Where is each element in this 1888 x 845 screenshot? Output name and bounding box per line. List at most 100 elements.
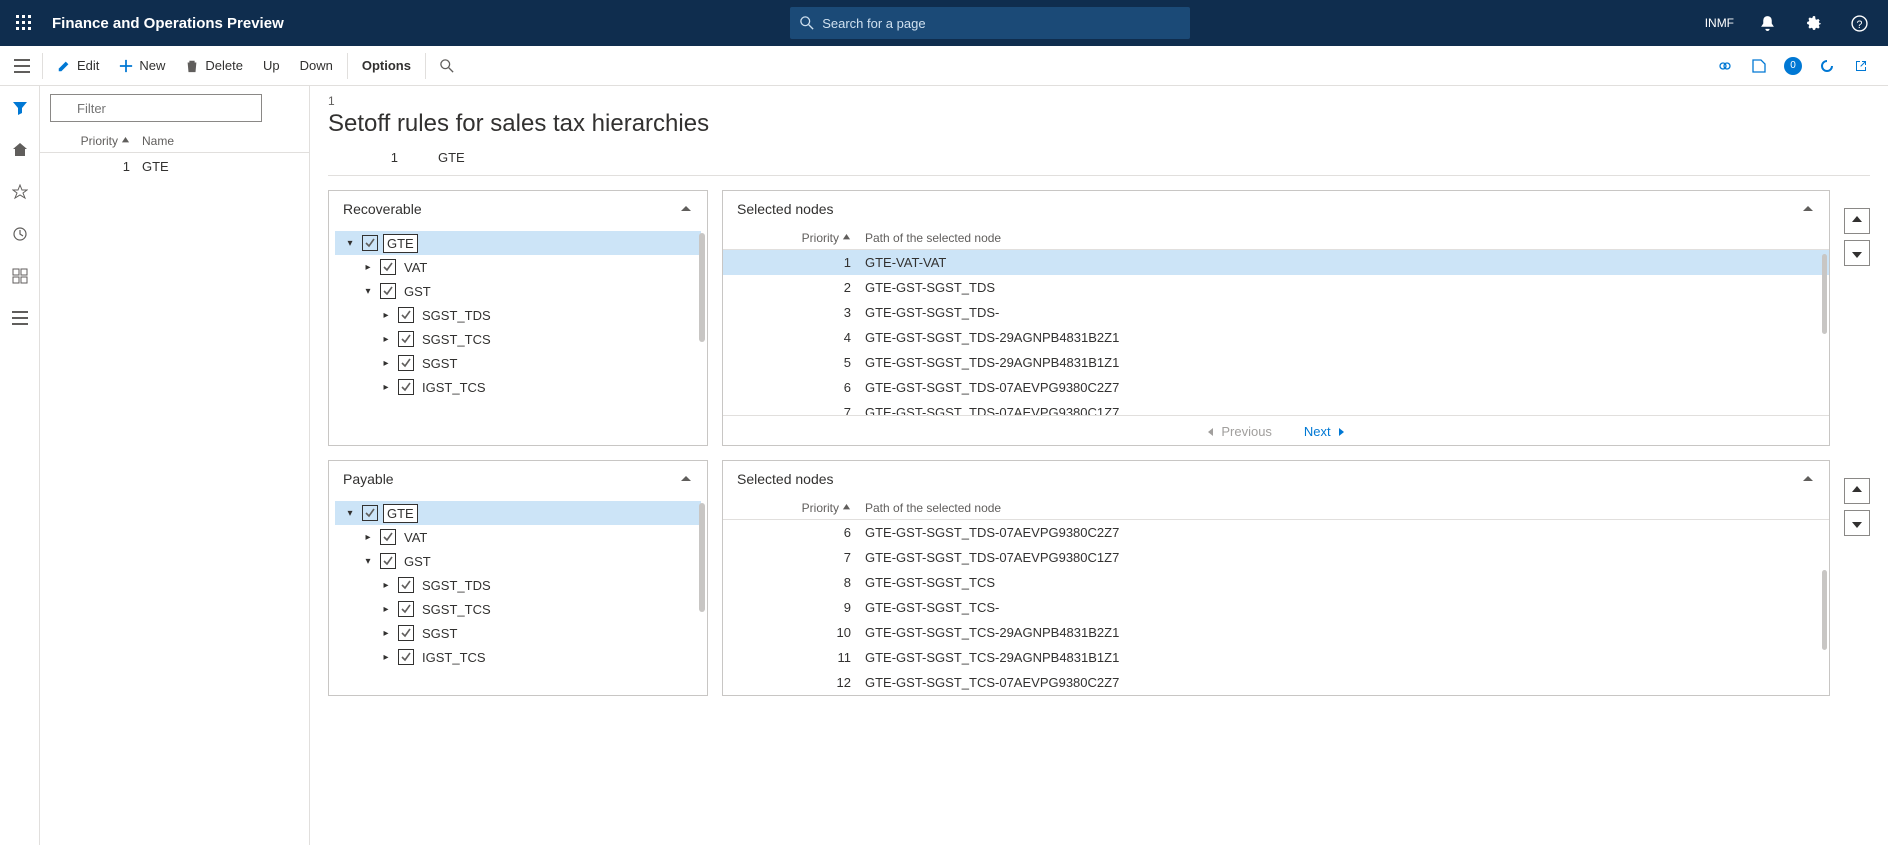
collapse-selected-nodes-top[interactable] bbox=[1801, 202, 1815, 216]
checkbox[interactable] bbox=[380, 283, 396, 299]
tree-scrollbar[interactable] bbox=[699, 503, 705, 612]
tree-toggle[interactable]: ▸ bbox=[379, 628, 393, 639]
tree-toggle[interactable]: ▸ bbox=[361, 532, 375, 543]
tree-scrollbar[interactable] bbox=[699, 233, 705, 342]
down-button[interactable]: Down bbox=[290, 50, 343, 82]
grid-row[interactable]: 12GTE-GST-SGST_TCS-07AEVPG9380C2Z7 bbox=[723, 670, 1829, 695]
checkbox[interactable] bbox=[362, 235, 378, 251]
tree-node[interactable]: ▸SGST_TCS bbox=[335, 327, 701, 351]
grid-col-path[interactable]: Path of the selected node bbox=[851, 231, 1821, 245]
edit-button[interactable]: Edit bbox=[47, 50, 109, 82]
grid-row[interactable]: 7GTE-GST-SGST_TDS-07AEVPG9380C1Z7 bbox=[723, 545, 1829, 570]
notifications-icon[interactable] bbox=[1746, 0, 1788, 46]
checkbox[interactable] bbox=[398, 577, 414, 593]
grid-row[interactable]: 8GTE-GST-SGST_TCS bbox=[723, 570, 1829, 595]
tree-toggle[interactable]: ▸ bbox=[361, 262, 375, 273]
rail-home-icon[interactable] bbox=[6, 136, 34, 164]
rail-workspaces-icon[interactable] bbox=[6, 262, 34, 290]
tree-node[interactable]: ▸IGST_TCS bbox=[335, 645, 701, 669]
grid-row[interactable]: 6GTE-GST-SGST_TDS-07AEVPG9380C2Z7 bbox=[723, 375, 1829, 400]
move-down-button[interactable] bbox=[1844, 510, 1870, 536]
rail-filter-icon[interactable] bbox=[6, 94, 34, 122]
tree-node[interactable]: ▸SGST_TDS bbox=[335, 573, 701, 597]
grid-row[interactable]: 5GTE-GST-SGST_TDS-29AGNPB4831B1Z1 bbox=[723, 350, 1829, 375]
tree-toggle[interactable]: ▾ bbox=[343, 238, 357, 249]
collapse-selected-nodes-bottom[interactable] bbox=[1801, 472, 1815, 486]
delete-button[interactable]: Delete bbox=[175, 50, 253, 82]
tree-toggle[interactable]: ▾ bbox=[361, 286, 375, 297]
tree-node[interactable]: ▸SGST bbox=[335, 621, 701, 645]
checkbox[interactable] bbox=[398, 307, 414, 323]
settings-icon[interactable] bbox=[1792, 0, 1834, 46]
grid-row[interactable]: 3GTE-GST-SGST_TDS- bbox=[723, 300, 1829, 325]
grid-row[interactable]: 10GTE-GST-SGST_TCS-29AGNPB4831B2Z1 bbox=[723, 620, 1829, 645]
checkbox[interactable] bbox=[398, 355, 414, 371]
collapse-payable[interactable] bbox=[679, 472, 693, 486]
grid-row[interactable]: 4GTE-GST-SGST_TDS-29AGNPB4831B2Z1 bbox=[723, 325, 1829, 350]
tree-node[interactable]: ▸SGST bbox=[335, 351, 701, 375]
tree-toggle[interactable]: ▸ bbox=[379, 310, 393, 321]
next-page[interactable]: Next bbox=[1304, 424, 1346, 439]
grid-row[interactable]: 7GTE-GST-SGST_TDS-07AEVPG9380C1Z7 bbox=[723, 400, 1829, 415]
tree-toggle[interactable]: ▸ bbox=[379, 580, 393, 591]
grid-row[interactable]: 9GTE-GST-SGST_TCS- bbox=[723, 595, 1829, 620]
tree-node[interactable]: ▾GST bbox=[335, 279, 701, 303]
up-button[interactable]: Up bbox=[253, 50, 290, 82]
grid-row[interactable]: 11GTE-GST-SGST_TCS-29AGNPB4831B1Z1 bbox=[723, 645, 1829, 670]
list-filter-input[interactable] bbox=[50, 94, 262, 122]
rail-modules-icon[interactable] bbox=[6, 304, 34, 332]
tree-toggle[interactable]: ▾ bbox=[361, 556, 375, 567]
checkbox[interactable] bbox=[380, 553, 396, 569]
checkbox[interactable] bbox=[398, 601, 414, 617]
options-button[interactable]: Options bbox=[352, 50, 421, 82]
tree-node[interactable]: ▾GTE bbox=[335, 501, 701, 525]
grid-scrollbar[interactable] bbox=[1822, 570, 1827, 650]
grid-scrollbar[interactable] bbox=[1822, 254, 1827, 334]
global-search[interactable] bbox=[790, 7, 1190, 39]
refresh-icon[interactable] bbox=[1812, 51, 1842, 81]
tree-toggle[interactable]: ▸ bbox=[379, 358, 393, 369]
col-priority[interactable]: Priority bbox=[50, 134, 130, 148]
attachments-icon[interactable] bbox=[1744, 51, 1774, 81]
checkbox[interactable] bbox=[362, 505, 378, 521]
grid-row[interactable]: 6GTE-GST-SGST_TDS-07AEVPG9380C2Z7 bbox=[723, 520, 1829, 545]
tree-toggle[interactable]: ▸ bbox=[379, 334, 393, 345]
tree-node[interactable]: ▸VAT bbox=[335, 525, 701, 549]
help-icon[interactable]: ? bbox=[1838, 0, 1880, 46]
grid-col-priority[interactable]: Priority bbox=[731, 231, 851, 245]
rail-recent-icon[interactable] bbox=[6, 220, 34, 248]
tree-toggle[interactable]: ▾ bbox=[343, 508, 357, 519]
checkbox[interactable] bbox=[380, 259, 396, 275]
tree-node[interactable]: ▸SGST_TCS bbox=[335, 597, 701, 621]
tree-node[interactable]: ▸SGST_TDS bbox=[335, 303, 701, 327]
messages-icon[interactable]: 0 bbox=[1778, 51, 1808, 81]
link-icon[interactable] bbox=[1710, 51, 1740, 81]
search-input[interactable] bbox=[822, 16, 1180, 31]
tree-node[interactable]: ▾GTE bbox=[335, 231, 701, 255]
nav-toggle[interactable] bbox=[6, 50, 38, 82]
checkbox[interactable] bbox=[398, 625, 414, 641]
page-search-button[interactable] bbox=[430, 50, 470, 82]
grid-col-priority[interactable]: Priority bbox=[731, 501, 851, 515]
tree-node[interactable]: ▸VAT bbox=[335, 255, 701, 279]
col-name[interactable]: Name bbox=[130, 134, 299, 148]
move-up-button[interactable] bbox=[1844, 478, 1870, 504]
tree-node[interactable]: ▾GST bbox=[335, 549, 701, 573]
popout-icon[interactable] bbox=[1846, 51, 1876, 81]
tree-toggle[interactable]: ▸ bbox=[379, 652, 393, 663]
grid-col-path[interactable]: Path of the selected node bbox=[851, 501, 1821, 515]
checkbox[interactable] bbox=[380, 529, 396, 545]
move-down-button[interactable] bbox=[1844, 240, 1870, 266]
checkbox[interactable] bbox=[398, 379, 414, 395]
list-row[interactable]: 1GTE bbox=[40, 153, 309, 180]
collapse-recoverable[interactable] bbox=[679, 202, 693, 216]
tree-toggle[interactable]: ▸ bbox=[379, 382, 393, 393]
legal-entity[interactable]: INMF bbox=[1705, 16, 1734, 30]
tree-toggle[interactable]: ▸ bbox=[379, 604, 393, 615]
tree-node[interactable]: ▸IGST_TCS bbox=[335, 375, 701, 399]
checkbox[interactable] bbox=[398, 331, 414, 347]
grid-row[interactable]: 1GTE-VAT-VAT bbox=[723, 250, 1829, 275]
checkbox[interactable] bbox=[398, 649, 414, 665]
app-launcher[interactable] bbox=[8, 7, 40, 39]
grid-row[interactable]: 2GTE-GST-SGST_TDS bbox=[723, 275, 1829, 300]
